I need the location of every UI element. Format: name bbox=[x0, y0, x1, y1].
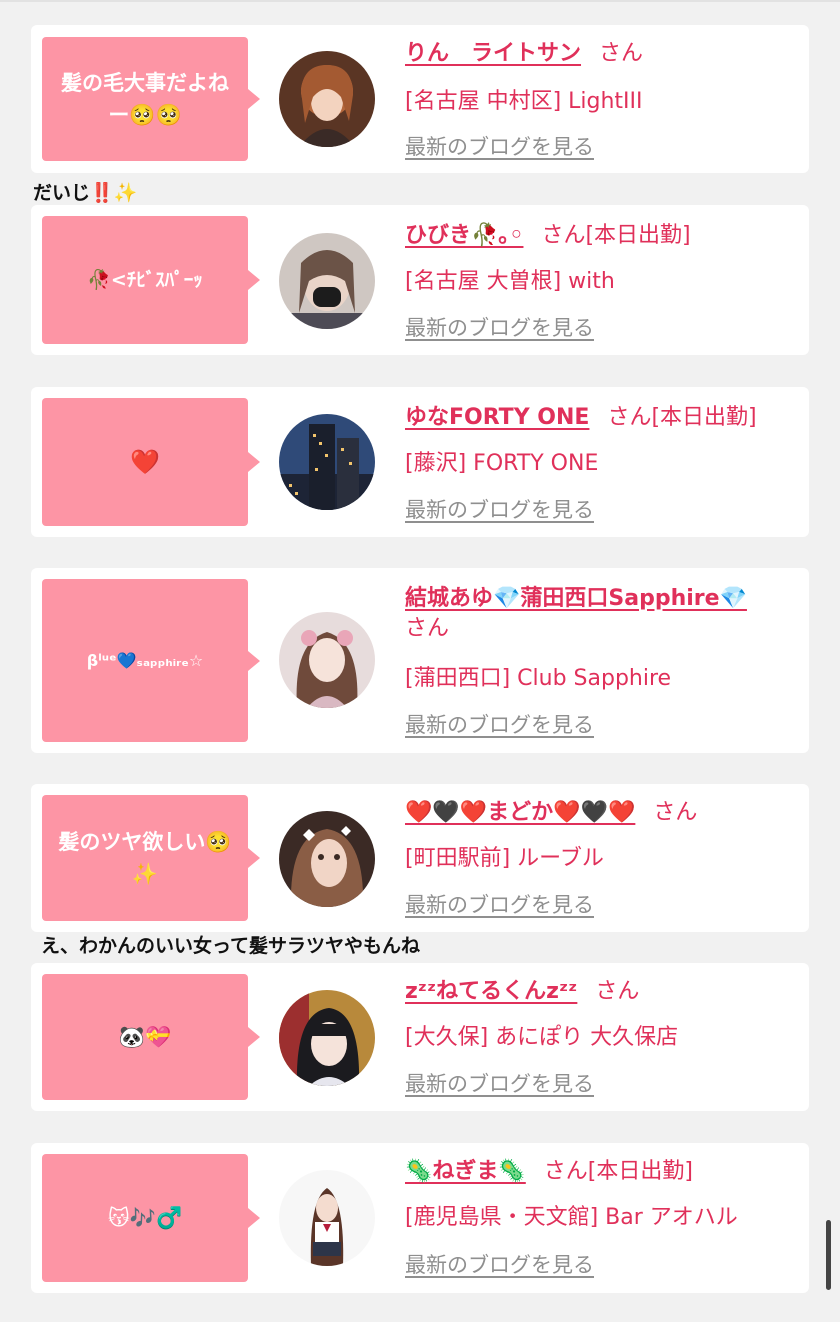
girl-card: 🐼💝 zᶻᶻねてるくんzᶻᶻ さん [大久保] あにぽり 大久保店 最新のブログを… bbox=[31, 963, 809, 1111]
name-line: りん ライトサン さん bbox=[405, 39, 797, 69]
comment-bubble: βˡᵘᵉ💙ₛₐₚₚₕᵢᵣₑ☆ bbox=[42, 579, 260, 742]
comment-bubble: 髪のツヤ欲しい🥺 ✨ bbox=[42, 795, 260, 921]
girl-card: ❤️ ゆなFORTY ONE さん[本日出勤] [藤沢] FORTY ONE 最新… bbox=[31, 387, 809, 537]
shop-info: [藤沢] FORTY ONE bbox=[405, 451, 599, 476]
shop-info: [大久保] あにぽり 大久保店 bbox=[405, 1025, 679, 1050]
user-comment: だいじ‼️✨ bbox=[33, 182, 138, 204]
name-suffix: さん bbox=[653, 800, 698, 825]
name-suffix: さん[本日出勤] bbox=[543, 1159, 693, 1184]
name-line: 🦠ねぎま🦠 さん[本日出勤] bbox=[405, 1157, 797, 1187]
shop-info: [町田駅前] ルーブル bbox=[405, 846, 604, 871]
avatar[interactable] bbox=[279, 811, 375, 907]
girl-name-link[interactable]: 結城あゆ💎蒲田西口Sapphire💎 bbox=[405, 586, 747, 611]
girl-name-link[interactable]: 🦠ねぎま🦠 bbox=[405, 1159, 526, 1184]
latest-blog-link[interactable]: 最新のブログを見る bbox=[405, 1249, 594, 1279]
latest-blog-link[interactable]: 最新のブログを見る bbox=[405, 131, 594, 161]
user-comment: え、わかんのいい女って髪サラツヤやもんね bbox=[41, 935, 421, 957]
girl-name-link[interactable]: りん ライトサン bbox=[405, 41, 581, 66]
top-divider bbox=[0, 0, 840, 2]
name-line: ❤️🖤❤️まどか❤️🖤❤️ さん bbox=[405, 798, 797, 828]
latest-blog-link[interactable]: 最新のブログを見る bbox=[405, 494, 594, 524]
name-suffix: さん[本日出勤] bbox=[607, 405, 757, 430]
girl-name-link[interactable]: ひびき🥀｡◦ bbox=[405, 223, 523, 248]
latest-blog-link[interactable]: 最新のブログを見る bbox=[405, 1068, 594, 1098]
shop-info: [名古屋 大曽根] with bbox=[405, 269, 615, 294]
shop-info: [蒲田西口] Club Sapphire bbox=[405, 666, 672, 691]
name-line: ゆなFORTY ONE さん[本日出勤] bbox=[405, 403, 797, 433]
avatar[interactable] bbox=[279, 233, 375, 329]
name-suffix: さん bbox=[599, 41, 644, 66]
avatar[interactable] bbox=[279, 414, 375, 510]
girl-name-link[interactable]: ❤️🖤❤️まどか❤️🖤❤️ bbox=[405, 800, 635, 825]
avatar[interactable] bbox=[279, 1170, 375, 1266]
avatar[interactable] bbox=[279, 612, 375, 708]
comment-bubble: 😽🎶♂️ bbox=[42, 1154, 260, 1282]
comment-bubble: 髪の毛大事だよね ー🥺🥺 bbox=[42, 37, 260, 161]
shop-info: [名古屋 中村区] LightIII bbox=[405, 89, 643, 114]
name-suffix: さん bbox=[405, 616, 450, 641]
avatar[interactable] bbox=[279, 990, 375, 1086]
name-line: ひびき🥀｡◦ さん[本日出勤] bbox=[405, 221, 797, 251]
latest-blog-link[interactable]: 最新のブログを見る bbox=[405, 889, 594, 919]
comment-bubble: ❤️ bbox=[42, 398, 260, 526]
comment-bubble: 🥀<ﾁﾋﾞｽﾊﾟｰｯ bbox=[42, 216, 260, 344]
girl-card: 髪のツヤ欲しい🥺 ✨ ❤️🖤❤️まどか❤️🖤❤️ さん [町田駅前] ルーブル 最… bbox=[31, 784, 809, 932]
girl-name-link[interactable]: zᶻᶻねてるくんzᶻᶻ bbox=[405, 979, 577, 1004]
girl-card: 髪の毛大事だよね ー🥺🥺 りん ライトサン さん [名古屋 中村区] LightI… bbox=[31, 25, 809, 173]
avatar[interactable] bbox=[279, 51, 375, 147]
girl-card: 🥀<ﾁﾋﾞｽﾊﾟｰｯ ひびき🥀｡◦ さん[本日出勤] [名古屋 大曽根] with… bbox=[31, 205, 809, 355]
latest-blog-link[interactable]: 最新のブログを見る bbox=[405, 312, 594, 342]
girl-card: βˡᵘᵉ💙ₛₐₚₚₕᵢᵣₑ☆ 結城あゆ💎蒲田西口Sapphire💎 さん [蒲田西… bbox=[31, 568, 809, 753]
comment-bubble: 🐼💝 bbox=[42, 974, 260, 1100]
latest-blog-link[interactable]: 最新のブログを見る bbox=[405, 709, 594, 739]
name-suffix: さん bbox=[595, 979, 640, 1004]
shop-info: [鹿児島県・天文館] Bar アオハル bbox=[405, 1205, 738, 1230]
name-line: zᶻᶻねてるくんzᶻᶻ さん bbox=[405, 977, 797, 1007]
name-line: 結城あゆ💎蒲田西口Sapphire💎 さん bbox=[405, 584, 797, 644]
girl-name-link[interactable]: ゆなFORTY ONE bbox=[405, 405, 589, 430]
girl-card: 😽🎶♂️ 🦠ねぎま🦠 さん[本日出勤] [鹿児島県・天文館] Bar アオハル 最… bbox=[31, 1143, 809, 1293]
scrollbar[interactable] bbox=[826, 1220, 831, 1290]
name-suffix: さん[本日出勤] bbox=[541, 223, 691, 248]
